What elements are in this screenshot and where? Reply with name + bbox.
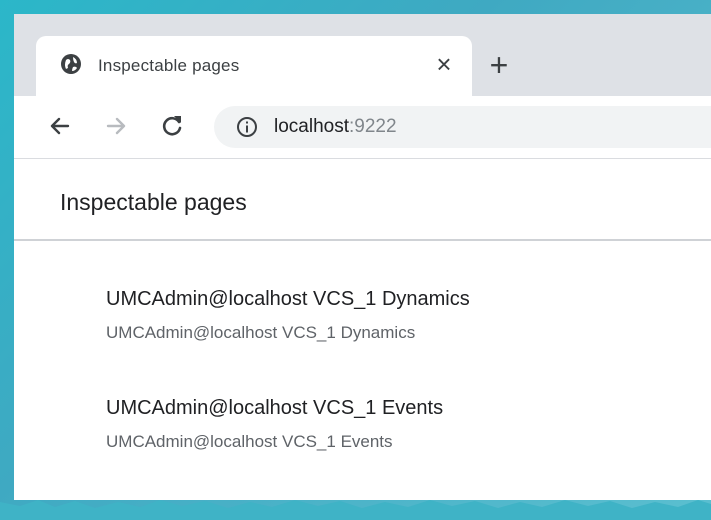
page-title: Inspectable pages (60, 189, 247, 215)
url-host: localhost (274, 116, 349, 137)
info-icon[interactable] (236, 116, 258, 138)
forward-arrow-icon[interactable] (100, 110, 132, 142)
browser-window: Inspectable pages × + localhost:9222 Ins… (14, 14, 711, 500)
tab-strip: Inspectable pages × + (14, 14, 711, 96)
reload-icon[interactable] (156, 110, 188, 142)
page-header: Inspectable pages (14, 159, 711, 241)
target-subtitle: UMCAdmin@localhost VCS_1 Dynamics (106, 323, 416, 342)
globe-icon (60, 53, 82, 75)
target-name[interactable]: UMCAdmin@localhost VCS_1 Events (106, 397, 666, 420)
target-name[interactable]: UMCAdmin@localhost VCS_1 Dynamics (106, 288, 666, 311)
url-text[interactable]: localhost:9222 (274, 116, 397, 138)
new-tab-button[interactable]: + (482, 48, 516, 82)
target-item[interactable]: UMCAdmin@localhost VCS_1 Dynamics UMCAdm… (106, 288, 666, 343)
torn-edge (0, 500, 711, 520)
url-port: :9222 (349, 116, 397, 137)
toolbar: localhost:9222 (14, 96, 711, 159)
tab-inspectable-pages[interactable]: Inspectable pages × (36, 36, 472, 96)
close-tab-button[interactable]: × (428, 48, 460, 80)
back-arrow-icon[interactable] (44, 110, 76, 142)
tab-title: Inspectable pages (98, 56, 240, 75)
address-bar[interactable]: localhost:9222 (214, 106, 711, 148)
target-item[interactable]: UMCAdmin@localhost VCS_1 Events UMCAdmin… (106, 397, 666, 452)
target-subtitle: UMCAdmin@localhost VCS_1 Events (106, 432, 393, 451)
